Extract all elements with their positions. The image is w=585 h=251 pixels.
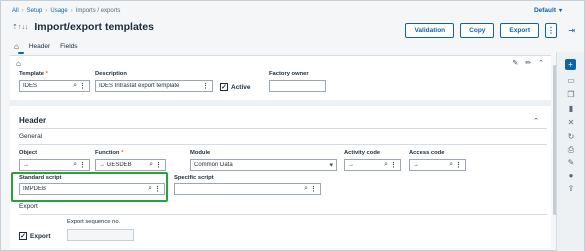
home-icon: ⌂ [16, 59, 21, 68]
pin-icon[interactable]: ✎ [512, 59, 518, 67]
template-field[interactable]: IDES ⌕ ⋮ [19, 80, 90, 92]
activity-code-value: → [348, 162, 354, 168]
highlight-box [11, 172, 168, 202]
right-rail: + ▭ ❐ ▮ ✕ ↻ ⎙ ✎ ● ⇪ [556, 52, 584, 251]
block-divider [19, 214, 547, 215]
main-content: ⌂ ✎ ✏ ⌃ Template * IDES ⌕ ⋮ Description … [10, 55, 551, 248]
add-icon[interactable]: + [565, 59, 576, 70]
function-value: → GESDEB [99, 162, 132, 168]
export-checkbox-label: Export [30, 232, 51, 240]
more-actions-icon[interactable]: ⋮ [545, 23, 557, 38]
search-icon[interactable]: ⌕ [304, 185, 308, 193]
active-label: Active [231, 83, 251, 91]
field-menu-icon[interactable]: ⋮ [79, 82, 86, 90]
chevron-down-icon: ▾ [329, 162, 333, 169]
search-icon[interactable]: ⌕ [149, 161, 153, 169]
app-window: All › Setup › Usage › Imports / exports … [0, 0, 585, 251]
title-row: ⇡↑↓↓ Import/export templates [12, 21, 154, 33]
section-divider [19, 128, 547, 129]
template-value: IDES [23, 83, 38, 89]
chevron-up-icon[interactable]: ⌃ [538, 59, 544, 67]
description-value: IDES Intrastat export template [99, 83, 180, 89]
field-menu-icon[interactable]: ⋮ [310, 185, 317, 193]
refresh-icon[interactable]: ↻ [566, 132, 576, 141]
breadcrumb-item-imports-exports[interactable]: Imports / exports [76, 8, 121, 14]
breadcrumb-separator: › [45, 8, 48, 14]
sort-arrows-icon[interactable]: ⇡↑↓↓ [12, 23, 28, 31]
exit-icon[interactable]: ⇥ [568, 26, 575, 35]
export-block-title: Export [19, 203, 38, 210]
document-icon[interactable]: ▭ [566, 76, 576, 85]
breadcrumb-item-usage[interactable]: Usage [50, 8, 67, 14]
close-icon[interactable]: ✕ [566, 118, 576, 127]
search-icon[interactable]: ⌕ [73, 161, 77, 169]
copy-button[interactable]: Copy [460, 23, 495, 38]
page-title: Import/export templates [34, 21, 154, 33]
folder-selector[interactable]: Default ▾ [534, 7, 562, 14]
specific-script-label: Specific script [174, 175, 214, 181]
checkmark-icon: ✓ [19, 232, 27, 240]
activity-code-field[interactable]: → ⌕ ⋮ [344, 159, 401, 171]
comment-icon[interactable]: ● [566, 171, 576, 180]
object-label: Object [19, 150, 38, 156]
general-block-title: General [19, 133, 43, 140]
breadcrumb: All › Setup › Usage › Imports / exports [12, 8, 120, 14]
section-header-title: Header [19, 116, 47, 125]
copy-icon[interactable]: ❐ [566, 90, 576, 99]
field-menu-icon[interactable]: ⋮ [202, 82, 209, 90]
block-divider [19, 144, 547, 145]
active-checkbox[interactable]: ✓ Active [220, 83, 251, 91]
template-card: ⌂ ✎ ✏ ⌃ Template * IDES ⌕ ⋮ Description … [10, 56, 551, 106]
function-field[interactable]: → GESDEB ⌕ ⋮ [95, 159, 166, 171]
share-icon[interactable]: ⇪ [566, 184, 576, 193]
template-label: Template * [19, 71, 48, 77]
tab-bar: ⌂ Header Fields [14, 42, 78, 51]
active-tab-indicator [18, 52, 24, 54]
description-field[interactable]: IDES Intrastat export template ⋮ [95, 80, 213, 92]
edit-icon[interactable]: ✏ [525, 59, 531, 67]
card-tools: ✎ ✏ ⌃ [512, 59, 544, 67]
chevron-up-icon[interactable]: ⌃ [533, 117, 539, 125]
object-value: → [23, 162, 29, 168]
field-menu-icon[interactable]: ⋮ [390, 161, 397, 169]
factory-owner-field[interactable] [269, 80, 326, 92]
module-select[interactable]: Common Data ▾ [190, 159, 337, 171]
access-code-label: Access code [409, 150, 445, 156]
breadcrumb-separator: › [70, 8, 73, 14]
field-menu-icon[interactable]: ⋮ [455, 161, 462, 169]
search-icon[interactable]: ⌕ [384, 161, 388, 169]
search-icon[interactable]: ⌕ [73, 82, 77, 90]
tab-header[interactable]: Header [29, 43, 50, 50]
field-menu-icon[interactable]: ⋮ [155, 161, 162, 169]
access-code-field[interactable]: → ⌕ ⋮ [409, 159, 466, 171]
export-sequence-field[interactable] [67, 229, 134, 241]
breadcrumb-item-all[interactable]: All [12, 8, 19, 14]
specific-script-field[interactable]: ⌕ ⋮ [174, 183, 321, 195]
validation-button[interactable]: Validation [405, 23, 455, 38]
tab-home-icon[interactable]: ⌂ [14, 42, 19, 51]
breadcrumb-item-setup[interactable]: Setup [27, 8, 43, 14]
export-sequence-label: Export sequence no. [67, 219, 121, 225]
chevron-down-icon: ▾ [558, 8, 562, 14]
search-icon[interactable]: ⌕ [449, 161, 453, 169]
delete-icon[interactable]: ▮ [566, 104, 576, 113]
access-code-value: → [413, 162, 419, 168]
export-checkbox[interactable]: ✓ Export [19, 232, 51, 240]
module-label: Module [190, 150, 211, 156]
description-label: Description [95, 71, 127, 77]
checkmark-icon: ✓ [220, 83, 228, 91]
tab-fields[interactable]: Fields [60, 43, 77, 50]
print-icon[interactable]: ⎙ [566, 145, 576, 155]
folder-label: Default [533, 7, 556, 14]
activity-code-label: Activity code [344, 150, 381, 156]
function-label: Function * [95, 150, 124, 156]
factory-owner-label: Factory owner [269, 71, 309, 77]
module-value: Common Data [194, 162, 233, 168]
attachment-icon[interactable]: ✎ [566, 158, 576, 167]
field-menu-icon[interactable]: ⋮ [79, 161, 86, 169]
object-field[interactable]: → ⌕ ⋮ [19, 159, 90, 171]
action-bar: Validation Copy Export ⋮ [405, 23, 557, 38]
export-button[interactable]: Export [500, 23, 539, 38]
breadcrumb-separator: › [21, 8, 24, 14]
